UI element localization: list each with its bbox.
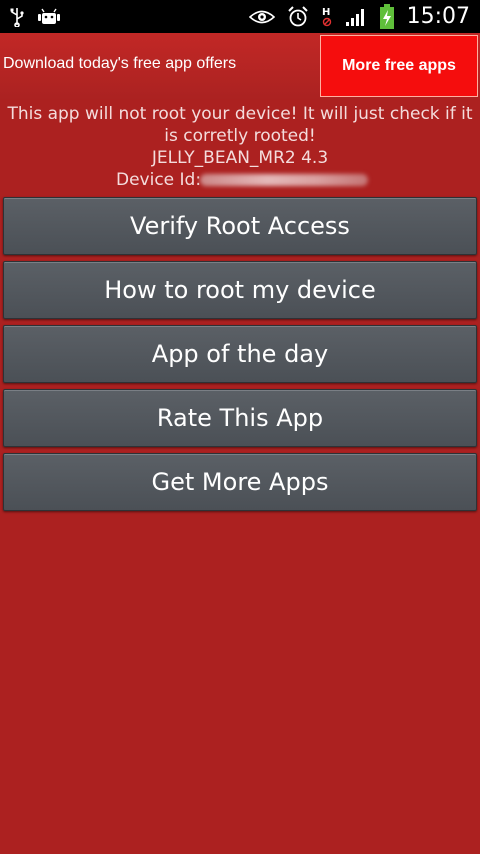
svg-text:H: H [322, 7, 330, 18]
hspa-icon: H [321, 5, 333, 29]
get-more-apps-button[interactable]: Get More Apps [3, 453, 477, 511]
clock: 15:07 [406, 4, 470, 29]
android-version: JELLY_BEAN_MR2 4.3 [151, 148, 329, 168]
info-panel: This app will not root your device! It w… [0, 103, 480, 191]
device-id-redacted [200, 174, 368, 186]
verify-root-access-button[interactable]: Verify Root Access [3, 197, 477, 255]
usb-icon [10, 7, 24, 27]
device-id-label: Device Id: [116, 170, 202, 190]
battery-charging-icon [379, 3, 395, 30]
rate-this-app-button[interactable]: Rate This App [3, 389, 477, 447]
signal-icon [345, 7, 367, 27]
device-id: Device Id: [0, 169, 480, 191]
status-bar: H 15:07 [0, 0, 480, 33]
alarm-icon [287, 5, 309, 28]
main-menu: Verify Root Access How to root my device… [3, 197, 477, 517]
root-disclaimer: This app will not root your device! It w… [7, 104, 473, 146]
eye-icon [248, 9, 275, 25]
how-to-root-button[interactable]: How to root my device [3, 261, 477, 319]
more-free-apps-button[interactable]: More free apps [320, 35, 478, 97]
banner-text[interactable]: Download today's free app offers [3, 55, 236, 73]
android-debug-icon [38, 8, 60, 26]
app-of-the-day-button[interactable]: App of the day [3, 325, 477, 383]
